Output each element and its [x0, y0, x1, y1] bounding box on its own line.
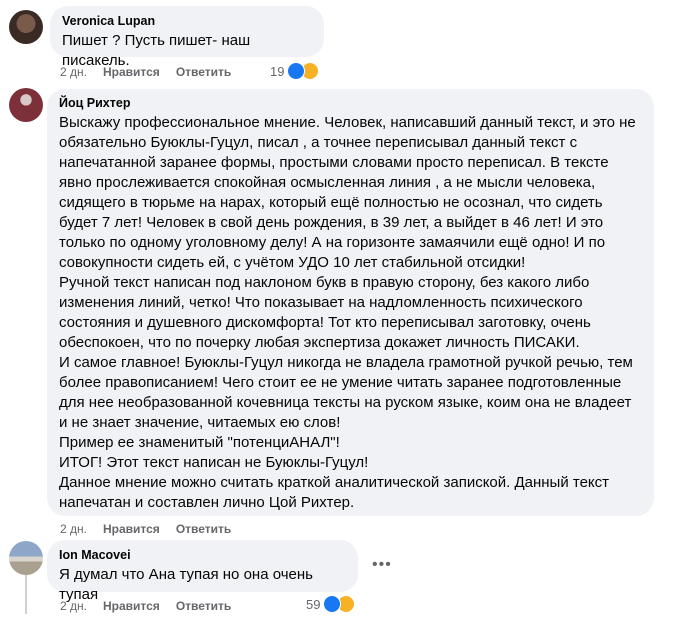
comment-time[interactable]: 2 дн.	[60, 64, 87, 80]
more-options-icon[interactable]: •••	[372, 557, 392, 573]
comment-bubble: Йоц Рихтер Выскажу профессиональное мнен…	[47, 89, 654, 516]
avatar[interactable]	[9, 541, 43, 575]
reply-button[interactable]: Ответить	[176, 598, 231, 614]
reaction-summary[interactable]: 59	[306, 595, 356, 613]
comment-text: Выскажу профессиональное мнение. Человек…	[59, 114, 636, 511]
comment-actions: 2 дн. Нравится Ответить	[60, 64, 231, 80]
comment-time[interactable]: 2 дн.	[60, 521, 87, 537]
reaction-count: 59	[306, 596, 321, 612]
comment-bubble: Ion Macovei Я думал что Ана тупая но она…	[47, 540, 358, 603]
like-button[interactable]: Нравится	[103, 521, 160, 537]
comment-author[interactable]: Veronica Lupan	[62, 13, 312, 29]
reaction-summary[interactable]: 19	[270, 62, 320, 80]
reply-button[interactable]: Ответить	[176, 64, 231, 80]
comment-bubble: Veronica Lupan Пишет ? Пусть пишет- наш …	[50, 6, 324, 69]
reaction-count: 19	[270, 63, 285, 79]
comment-actions: 2 дн. Нравится Ответить	[60, 598, 231, 614]
avatar[interactable]	[9, 88, 43, 122]
comment-actions: 2 дн. Нравится Ответить	[60, 521, 231, 537]
comment-time[interactable]: 2 дн.	[60, 598, 87, 614]
like-button[interactable]: Нравится	[103, 598, 160, 614]
reply-button[interactable]: Ответить	[176, 521, 231, 537]
avatar[interactable]	[9, 10, 43, 44]
like-button[interactable]: Нравится	[103, 64, 160, 80]
comment-author[interactable]: Ion Macovei	[59, 547, 346, 563]
comment-author[interactable]: Йоц Рихтер	[59, 95, 642, 111]
